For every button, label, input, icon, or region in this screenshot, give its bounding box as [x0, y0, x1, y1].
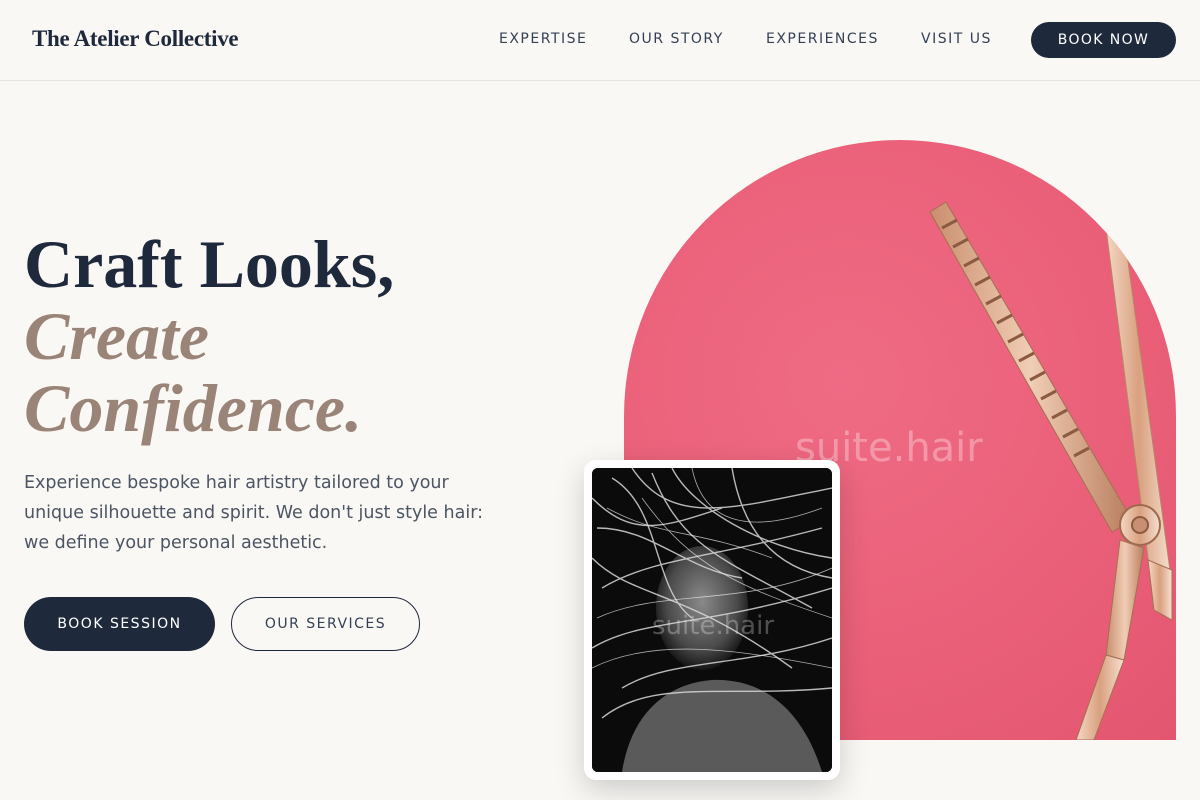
- portrait-photo: suite.hair: [592, 468, 832, 772]
- nav-link-experiences[interactable]: EXPERIENCES: [766, 31, 879, 47]
- book-session-button[interactable]: BOOK SESSION: [24, 597, 215, 651]
- hero-headline: Craft Looks, Create Confidence.: [24, 228, 394, 444]
- brand-logo[interactable]: The Atelier Collective: [32, 26, 239, 52]
- book-now-button[interactable]: BOOK NOW: [1031, 22, 1176, 58]
- portrait-card: suite.hair: [584, 460, 840, 780]
- headline-line-1: Craft Looks,: [24, 226, 395, 302]
- headline-line-2: Create: [24, 298, 210, 374]
- nav-link-visit-us[interactable]: VISIT US: [921, 31, 992, 47]
- our-services-button[interactable]: OUR SERVICES: [231, 597, 420, 651]
- portrait-watermark: suite.hair: [652, 611, 775, 641]
- site-header: The Atelier Collective EXPERTISE OUR STO…: [0, 0, 1200, 81]
- nav-link-expertise[interactable]: EXPERTISE: [499, 31, 587, 47]
- hero-description: Experience bespoke hair artistry tailore…: [24, 473, 483, 553]
- nav-link-our-story[interactable]: OUR STORY: [629, 31, 724, 47]
- headline-line-3: Confidence.: [24, 370, 363, 446]
